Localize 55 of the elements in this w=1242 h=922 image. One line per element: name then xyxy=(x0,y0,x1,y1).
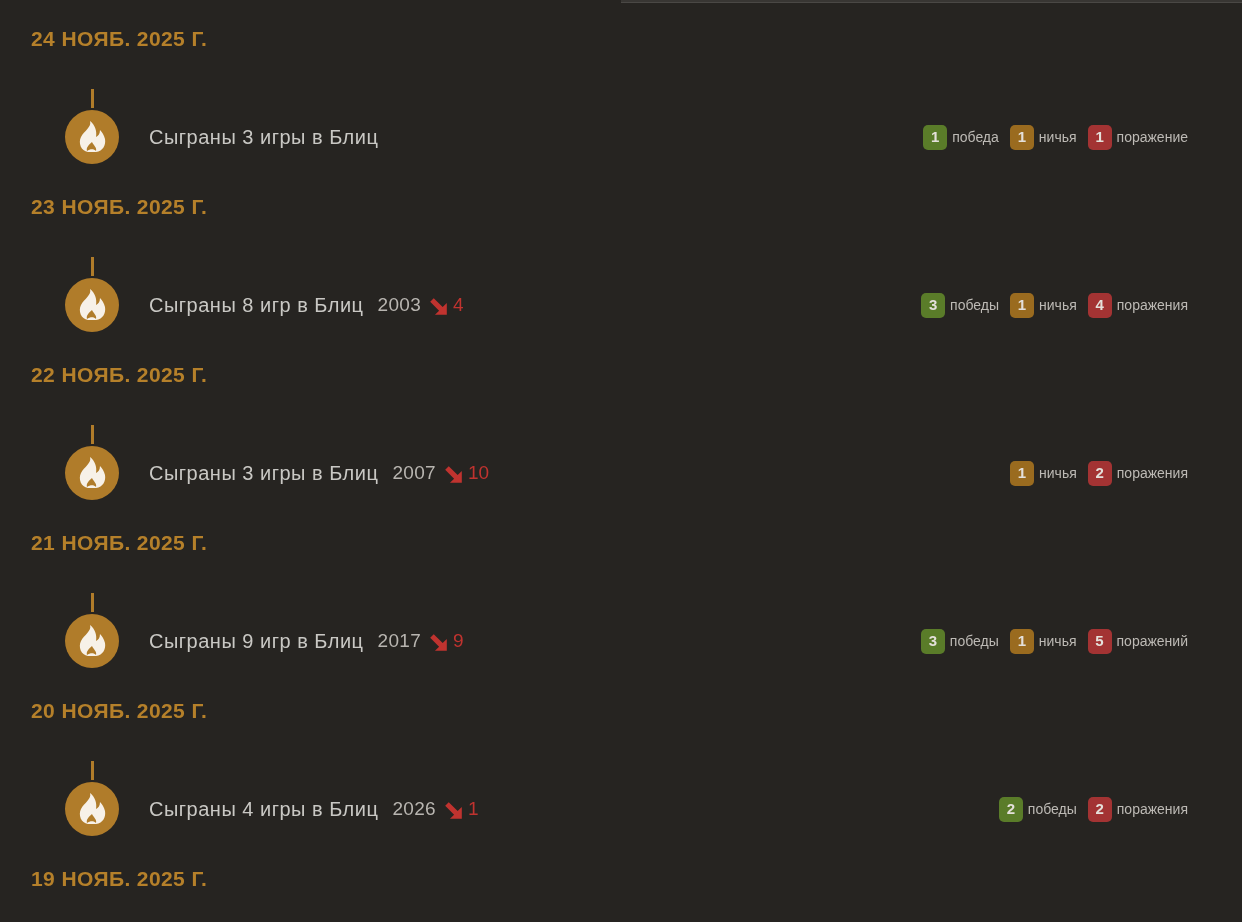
date-heading: 22 НОЯБ. 2025 Г. xyxy=(31,363,208,387)
flame-icon xyxy=(65,614,119,668)
result-count: 2 xyxy=(1087,796,1112,822)
timeline-line xyxy=(91,257,94,276)
result-count: 3 xyxy=(921,292,946,318)
result-count: 1 xyxy=(1009,124,1034,150)
result-count: 2 xyxy=(998,796,1023,822)
result-count: 1 xyxy=(923,124,948,150)
result-count: 5 xyxy=(1087,628,1112,654)
rating-value: 2003 xyxy=(377,292,421,317)
result-label: победы xyxy=(1027,799,1077,819)
activity-title: Сыграны 4 игры в Блиц xyxy=(149,797,379,822)
timeline-line xyxy=(91,89,94,108)
date-heading: 23 НОЯБ. 2025 Г. xyxy=(31,195,208,219)
activity-title: Сыграны 3 игры в Блиц xyxy=(149,125,379,150)
date-heading: 20 НОЯБ. 2025 Г. xyxy=(31,699,208,723)
result-count: 1 xyxy=(1009,628,1034,654)
result-label: ничья xyxy=(1038,631,1077,651)
activity-title: Сыграны 9 игр в Блиц xyxy=(149,629,364,654)
result-label: ничья xyxy=(1039,295,1077,315)
rating-change: 1 xyxy=(467,796,479,821)
rating-change: 10 xyxy=(467,460,490,485)
result-count: 3 xyxy=(920,628,945,654)
result-label: поражения xyxy=(1116,799,1188,819)
result-label: поражения xyxy=(1116,463,1188,483)
timeline-line xyxy=(91,425,94,444)
rating-change: 4 xyxy=(453,292,464,317)
result-label: поражения xyxy=(1116,295,1188,315)
flame-icon xyxy=(65,782,119,836)
result-label: ничья xyxy=(1039,463,1077,483)
flame-icon xyxy=(65,446,119,500)
date-heading: 21 НОЯБ. 2025 Г. xyxy=(31,531,208,555)
result-label: поражений xyxy=(1116,631,1188,651)
activity-title: Сыграны 8 игр в Блиц xyxy=(149,293,364,318)
rating-value: 2017 xyxy=(377,628,421,653)
activity-title: Сыграны 3 игры в Блиц xyxy=(149,461,379,486)
result-label: поражение xyxy=(1116,127,1188,147)
result-count: 2 xyxy=(1087,460,1112,486)
result-count: 4 xyxy=(1087,292,1112,318)
timeline-line xyxy=(91,761,94,780)
timeline-line xyxy=(91,593,94,612)
result-count: 1 xyxy=(1087,124,1112,150)
date-heading: 24 НОЯБ. 2025 Г. xyxy=(31,27,208,51)
date-heading: 19 НОЯБ. 2025 Г. xyxy=(31,867,208,891)
result-label: победа xyxy=(952,127,999,147)
flame-icon xyxy=(65,278,119,332)
result-count: 1 xyxy=(1010,292,1035,318)
rating-change: 9 xyxy=(453,628,464,653)
result-label: ничья xyxy=(1038,127,1077,147)
flame-icon xyxy=(65,110,119,164)
result-count: 1 xyxy=(1010,460,1035,486)
rating-value: 2007 xyxy=(392,460,436,485)
result-label: победы xyxy=(950,295,1000,315)
result-label: победы xyxy=(949,631,999,651)
rating-value: 2026 xyxy=(392,796,436,821)
